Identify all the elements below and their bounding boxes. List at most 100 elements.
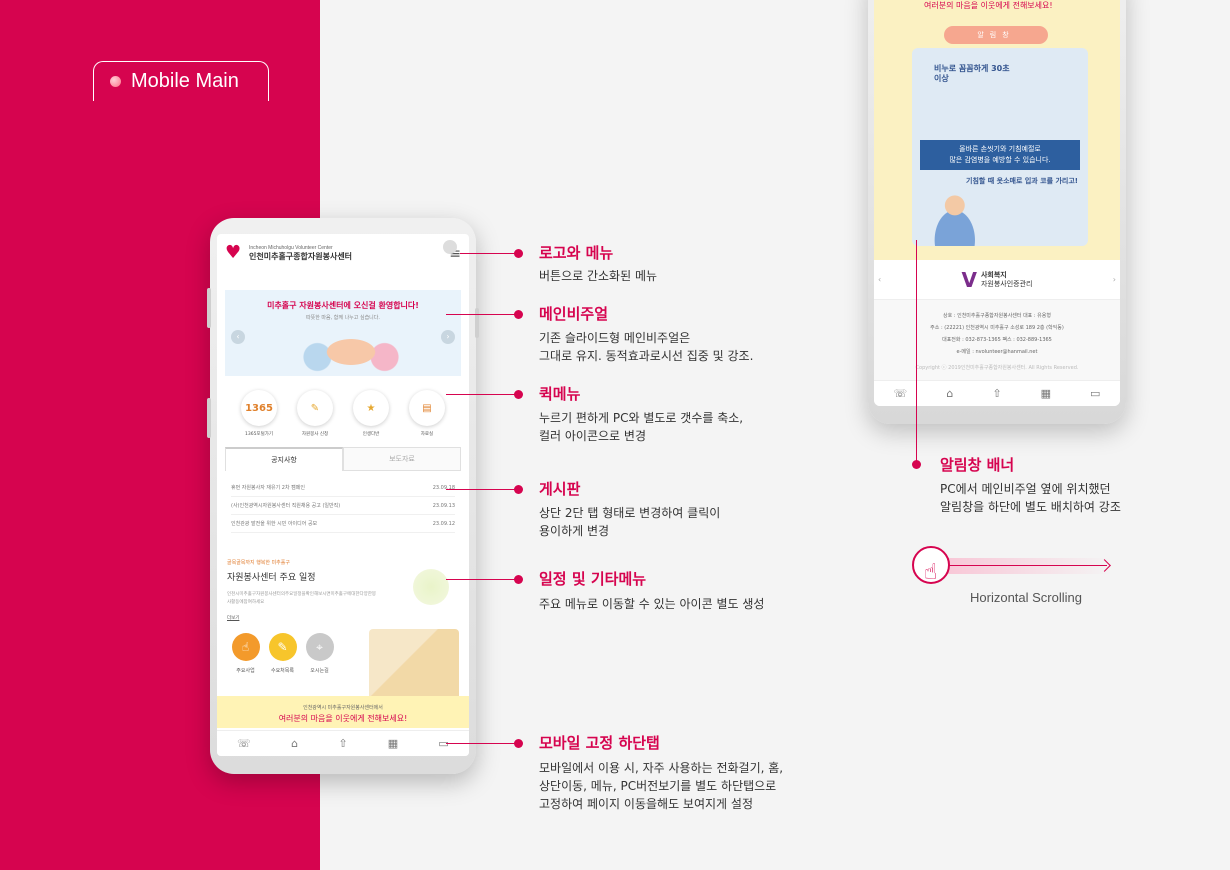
coughing-man-illustration xyxy=(926,188,990,246)
cert-text: 사회복지 자원봉사인증관리 xyxy=(981,271,1033,289)
callout-title: 퀵메뉴 xyxy=(539,385,581,403)
map-pin-icon: ⌖ xyxy=(305,633,334,661)
icon-label: 주요사업 xyxy=(236,668,255,674)
scroll-label: Horizontal Scrolling xyxy=(970,590,1082,605)
logo-korean: 인천미추홀구종합자원봉사센터 xyxy=(249,251,353,261)
poster-blue-box: 올바른 손씻기와 기침예절로 많은 감염병을 예방할 수 있습니다. xyxy=(920,140,1080,170)
site-logo[interactable]: Incheon Michuholgu Volunteer Center 인천미추… xyxy=(249,245,352,262)
list-item[interactable]: 인천관광 발전을 위한 시민 아이디어 공모 23.09.12 xyxy=(231,515,455,533)
quick-item-1365[interactable]: 1365 1365포털가기 xyxy=(236,390,282,437)
main-business-button[interactable]: ☝ 주요사업 xyxy=(227,633,264,674)
heart-logo-icon[interactable]: ♥ xyxy=(225,244,245,262)
poster-blue-line-1: 올바른 손씻기와 기침예절로 xyxy=(959,145,1041,153)
callout-line xyxy=(446,579,516,580)
quick-item-certificate[interactable]: ★ 인생다반 xyxy=(348,390,394,437)
icon-label: 오시는길 xyxy=(310,668,329,674)
schedule-section: 골목골목까지 행복한 미추홀구 자원봉사센터 주요 일정 인천시미추홀구자원봉사… xyxy=(217,559,469,709)
board-tabs: 공지사항 보도자료 xyxy=(225,447,461,471)
quick-label: 자료실 xyxy=(420,432,434,437)
callout-desc: 상단이동, 메뉴, PC버전보기를 별도 하단탭으로 xyxy=(539,779,777,793)
scroll-top-icon[interactable]: ⇧ xyxy=(338,737,347,750)
callout-title: 일정 및 기타메뉴 xyxy=(539,570,647,588)
home-icon[interactable]: ⌂ xyxy=(946,387,953,400)
quick-item-apply[interactable]: ✎ 자원봉사 신청 xyxy=(292,390,338,437)
callout-line xyxy=(916,240,917,464)
footer-line: 상호 : 인천미추홀구종합자원봉사센터 대표 : 유용형 xyxy=(943,313,1051,319)
notice-poster[interactable]: 비누로 꼼꼼하게 30초 이상 올바른 손씻기와 기침예절로 많은 감염병을 예… xyxy=(912,48,1088,246)
callout-desc: 고정하여 페이지 이동을해도 보여지게 설정 xyxy=(539,797,753,811)
home-icon[interactable]: ⌂ xyxy=(291,737,298,750)
phone-side-button xyxy=(475,308,479,338)
callout-dot-icon xyxy=(514,390,523,399)
phone-screen: ♥ Incheon Michuholgu Volunteer Center 인천… xyxy=(217,234,469,756)
poster-heading: 비누로 꼼꼼하게 30초 이상 xyxy=(934,64,1010,83)
callout-line xyxy=(446,394,516,395)
chevron-left-icon[interactable]: ‹ xyxy=(231,330,245,344)
callout-title: 알림창 배너 xyxy=(940,456,1015,474)
callout-dot-icon xyxy=(514,485,523,494)
more-link[interactable]: 더보기 xyxy=(227,615,459,621)
footer-line: 대표전화 : 032-873-1365 팩스 : 032-889-1365 xyxy=(942,337,1052,343)
directions-button[interactable]: ⌖ 오시는길 xyxy=(301,633,338,674)
callout-desc: 모바일에서 이용 시, 자주 사용하는 전화걸기, 홈, xyxy=(539,761,784,775)
callout-line xyxy=(460,253,516,254)
poster-blue-line-2: 많은 감염병을 예방할 수 있습니다. xyxy=(949,156,1051,164)
callout-line xyxy=(446,743,516,744)
tab-press[interactable]: 보도자료 xyxy=(343,447,461,471)
v-logo-icon: V xyxy=(961,267,977,292)
notice-banner[interactable]: 인천광역시 미추홀구자원봉사센터에서 여러분의 마음을 이웃에게 전해보세요! xyxy=(217,696,469,728)
quick-label: 1365포털가기 xyxy=(244,432,273,437)
phone-mockup: ♥ Incheon Michuholgu Volunteer Center 인천… xyxy=(207,218,479,774)
pc-version-icon[interactable]: ▭ xyxy=(1090,387,1100,400)
phone-mockup-2: 여러분의 마음을 이웃에게 전해보세요! 알림창 비누로 꼼꼼하게 30초 이상… xyxy=(868,0,1126,424)
cert-scroller[interactable]: ‹ V 사회복지 자원봉사인증관리 › xyxy=(874,260,1120,300)
site-footer: 상호 : 인천미추홀구종합자원봉사센터 대표 : 유용형 주소 : (22221… xyxy=(874,300,1120,380)
list-item[interactable]: 휴먼 자원봉사자 재유기 2차 캠페인 23.09.18 xyxy=(231,479,455,497)
callout-line xyxy=(446,489,516,490)
chevron-right-icon[interactable]: › xyxy=(1113,275,1116,284)
horizontal-scroll-hint: ☝ Horizontal Scrolling xyxy=(912,546,1132,606)
board-list: 휴먼 자원봉사자 재유기 2차 캠페인 23.09.18 (사)인천광역시자원봉… xyxy=(231,479,455,533)
callout-title: 게시판 xyxy=(539,480,581,498)
callout-desc: 버튼으로 간소화된 메뉴 xyxy=(539,269,658,283)
section-badge: Mobile Main xyxy=(93,61,269,101)
phone-call-icon[interactable]: ☏ xyxy=(894,387,908,400)
balloon-decoration xyxy=(413,569,449,605)
arrow-right-icon xyxy=(942,565,1107,566)
grid-menu-icon[interactable]: ▦ xyxy=(1041,387,1051,400)
callout-desc: 누르기 편하게 PC와 별도로 갯수를 축소, xyxy=(539,411,744,425)
callout-dot-icon xyxy=(514,739,523,748)
quick-label: 인생다반 xyxy=(362,432,380,437)
callout-desc: 컬러 아이콘으로 변경 xyxy=(539,429,646,443)
folder-icon: ▤ xyxy=(409,390,445,426)
callout-desc: 상단 2단 탭 형태로 변경하여 클릭이 xyxy=(539,506,721,520)
post-date: 23.09.13 xyxy=(432,502,455,509)
phone-screen-2: 여러분의 마음을 이웃에게 전해보세요! 알림창 비누로 꼼꼼하게 30초 이상… xyxy=(874,0,1120,406)
scroll-top-icon[interactable]: ⇧ xyxy=(992,387,1001,400)
demand-list-button[interactable]: ✎ 수요처목록 xyxy=(264,633,301,674)
grid-menu-icon[interactable]: ▦ xyxy=(388,737,398,750)
phone-call-icon[interactable]: ☏ xyxy=(237,737,251,750)
callout-title: 로고와 메뉴 xyxy=(539,244,614,262)
main-visual: 미추홀구 자원봉사센터에 오신걸 환영합니다! 따뜻한 마음, 함께 나누고 싶… xyxy=(225,290,461,376)
banner-line-2: 여러분의 마음을 이웃에게 전해보세요! xyxy=(278,714,408,723)
finger-tap-icon: ☝ xyxy=(912,546,950,585)
phone-side-button xyxy=(207,288,211,328)
chevron-right-icon[interactable]: › xyxy=(441,330,455,344)
callout-line xyxy=(446,314,516,315)
post-title: 휴먼 자원봉사자 재유기 2차 캠페인 xyxy=(231,485,305,491)
callout-desc: 알림창을 하단에 별도 배치하여 강조 xyxy=(940,500,1121,514)
footer-copyright: Copyright ⓒ 2019인천미추홀구종합자원봉사센터. All Righ… xyxy=(915,365,1079,371)
callout-title: 모바일 고정 하단탭 xyxy=(539,734,660,752)
scroll-gradient xyxy=(942,558,1112,574)
callout-desc: 그대로 유지. 동적효과로시선 집중 및 강조. xyxy=(539,349,754,363)
quick-item-archive[interactable]: ▤ 자료실 xyxy=(404,390,450,437)
tab-notice[interactable]: 공지사항 xyxy=(225,447,343,471)
callout-title: 메인비주얼 xyxy=(539,305,609,323)
chevron-left-icon[interactable]: ‹ xyxy=(878,275,881,284)
list-item[interactable]: (사)인천광역시자원봉사센터 직원채용 공고 (일반직) 23.09.13 xyxy=(231,497,455,515)
cert-line-2: 자원봉사인증관리 xyxy=(980,279,1033,288)
post-title: (사)인천광역시자원봉사센터 직원채용 공고 (일반직) xyxy=(231,503,341,509)
schedule-description: 인천시미추홀구자원봉사센터의주요일정을확인해보시면미추홀구에대한다양한봉사활동에… xyxy=(227,592,377,605)
hamburger-menu-icon[interactable]: ≡ xyxy=(443,240,461,262)
